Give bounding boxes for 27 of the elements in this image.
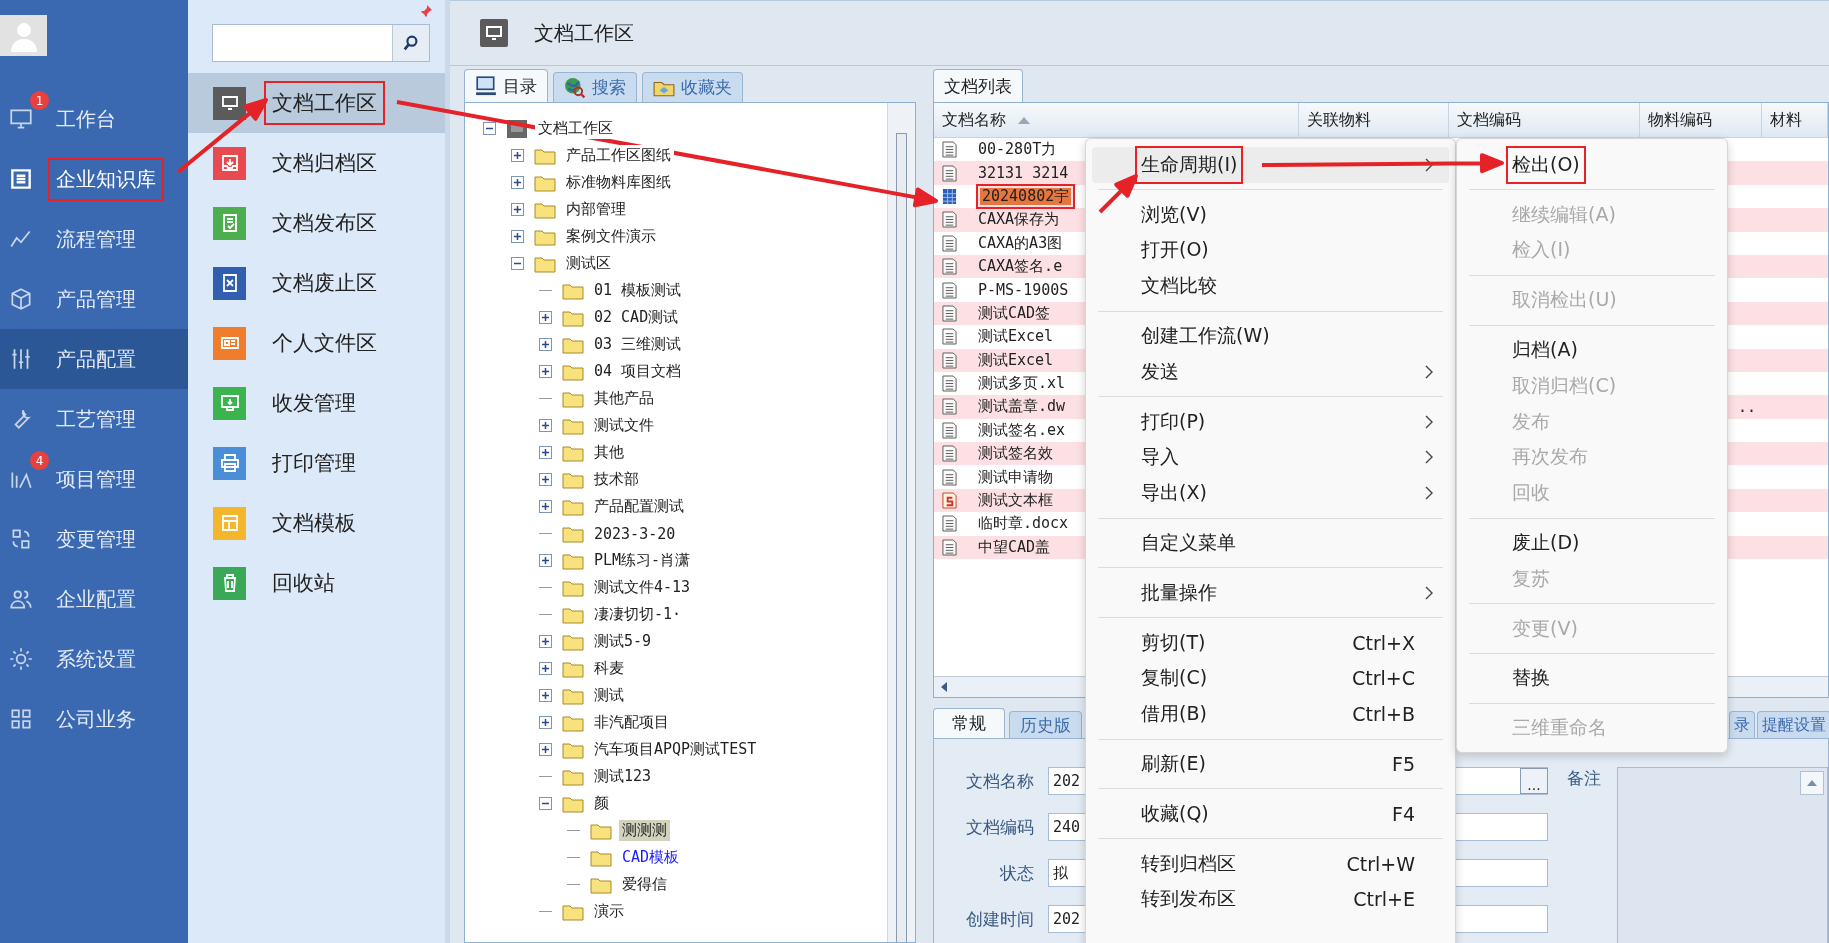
field-label: 状态: [999, 861, 1034, 885]
file-name: 00-280T力: [977, 140, 1058, 160]
file-name: CAXA的A3图: [977, 233, 1064, 253]
file-name: CAXA保存为: [977, 210, 1061, 230]
badge: 4: [30, 451, 49, 470]
file-name: 测试Excel: [977, 350, 1055, 370]
file-name: 测试多页.xl: [977, 374, 1067, 394]
file-name: P-MS-1900S: [977, 281, 1070, 300]
badge: 1: [30, 91, 49, 110]
file-name: CAXA签名.e: [977, 257, 1064, 277]
table-cell: ..: [1737, 398, 1756, 416]
field-label: 文档名称: [965, 769, 1034, 793]
file-name: 测试签名.ex: [977, 420, 1067, 440]
file-name: 32131 3214: [977, 164, 1070, 183]
page-title: 文档工作区: [534, 19, 634, 47]
file-name: 中望CAD盖: [977, 537, 1052, 557]
file-name: 测试Excel: [977, 327, 1055, 347]
field-label: 备注: [1567, 767, 1601, 790]
file-name: 测试盖章.dw: [977, 397, 1067, 417]
file-name: 测试文本框: [977, 491, 1054, 511]
file-name: 20240802宇: [976, 184, 1076, 209]
field-label: 文档编码: [965, 815, 1034, 839]
file-name: 测试申请物: [977, 467, 1054, 487]
file-name: 临时章.docx: [977, 514, 1070, 534]
file-name: 测试CAD签: [977, 303, 1052, 323]
field-label: 创建时间: [965, 907, 1034, 931]
file-name: 测试签名效: [977, 444, 1054, 464]
